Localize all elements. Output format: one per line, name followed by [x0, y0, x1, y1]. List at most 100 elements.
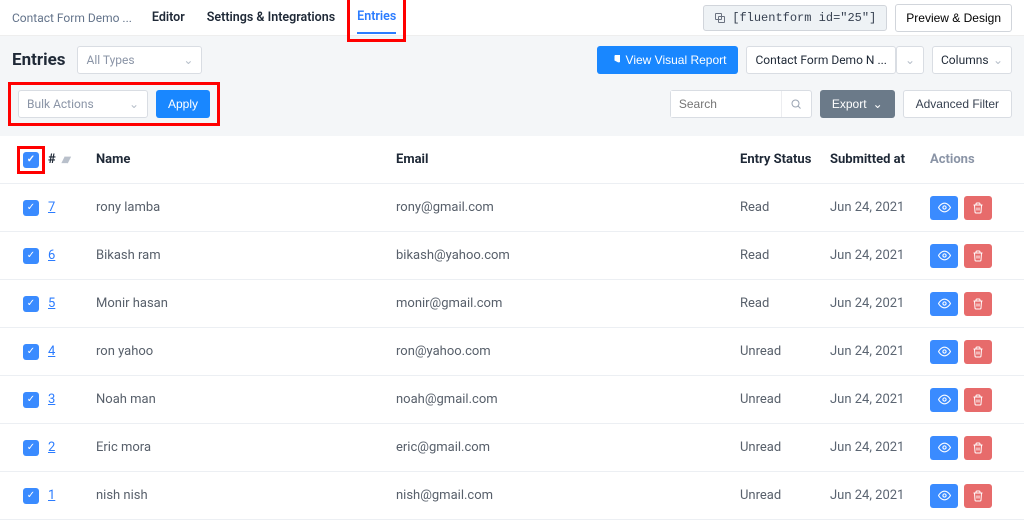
preview-design-button[interactable]: Preview & Design	[895, 4, 1012, 32]
shortcode-pill[interactable]: [fluentform id="25"]	[703, 5, 887, 31]
entry-id-link[interactable]: 4	[48, 344, 55, 359]
sub-toolbar: Entries All Types ⌄ View Visual Report C…	[0, 36, 1024, 84]
table-row: ✓ 7 rony lambarony@gmail.comReadJun 24, 20…	[0, 184, 1024, 232]
entry-status: Read	[740, 200, 830, 215]
search-icon[interactable]	[781, 91, 811, 117]
delete-entry-button[interactable]	[964, 388, 992, 412]
entry-name: Bikash ram	[96, 248, 396, 263]
entry-email: ron@yahoo.com	[396, 344, 740, 359]
export-button[interactable]: Export ⌄	[820, 90, 895, 118]
table-row: ✓2Eric moraeric@gmail.comUnreadJun 24, 2…	[0, 424, 1024, 472]
entry-name: Noah man	[96, 392, 396, 407]
bulk-action-select[interactable]: Bulk Actions ⌄	[18, 90, 148, 118]
chevron-down-icon: ⌄	[873, 97, 883, 111]
view-entry-button[interactable]	[930, 244, 958, 268]
table-row: ✓ 6 Bikash rambikash@yahoo.comReadJun 24, …	[0, 232, 1024, 280]
entry-email: noah@gmail.com	[396, 392, 740, 407]
tab-editor[interactable]: Editor	[152, 2, 185, 33]
chevron-down-icon: ⌄	[183, 53, 193, 67]
entry-email: bikash@yahoo.com	[396, 248, 740, 263]
form-select-caret[interactable]: ⌄	[896, 46, 924, 74]
entry-name: rony lamba	[96, 200, 396, 215]
entry-submitted: Jun 24, 2021	[830, 248, 930, 263]
delete-entry-button[interactable]	[964, 340, 992, 364]
select-all-wrapper: ✓	[23, 152, 39, 168]
bulk-toolbar: Bulk Actions ⌄ Apply Export ⌄ Advanced F…	[0, 84, 1024, 136]
view-entry-button[interactable]	[930, 388, 958, 412]
form-select[interactable]: Contact Form Demo N ...	[746, 46, 895, 74]
row-checkbox[interactable]: ✓	[23, 248, 39, 264]
top-nav: Contact Form Demo ... Editor Settings & …	[0, 0, 1024, 36]
entry-submitted: Jun 24, 2021	[830, 344, 930, 359]
bulk-action-placeholder: Bulk Actions	[27, 97, 94, 111]
delete-entry-button[interactable]	[964, 196, 992, 220]
entry-name: ron yahoo	[96, 344, 396, 359]
view-entry-button[interactable]	[930, 292, 958, 316]
delete-entry-button[interactable]	[964, 436, 992, 460]
entry-status: Unread	[740, 344, 830, 359]
row-checkbox[interactable]: ✓	[23, 344, 39, 360]
form-select-label: Contact Form Demo N ...	[755, 53, 886, 67]
entry-email: nish@gmail.com	[396, 488, 740, 503]
entries-table: ✓ #▴▾ Name Email Entry Status Submitted …	[0, 136, 1024, 520]
chevron-down-icon: ⌄	[993, 53, 1003, 67]
entry-name: nish nish	[96, 488, 396, 503]
entry-id-link[interactable]: 6	[48, 248, 55, 263]
entry-status: Unread	[740, 488, 830, 503]
entry-submitted: Jun 24, 2021	[830, 392, 930, 407]
row-checkbox[interactable]: ✓	[23, 296, 39, 312]
entry-email: monir@gmail.com	[396, 296, 740, 311]
col-index-header[interactable]: #▴▾	[48, 152, 96, 167]
chevron-down-icon: ⌄	[129, 97, 139, 111]
view-entry-button[interactable]	[930, 196, 958, 220]
columns-select[interactable]: Columns ⌄	[932, 46, 1012, 74]
entry-id-link[interactable]: 2	[48, 440, 55, 455]
page-title: Entries	[12, 50, 65, 70]
chevron-down-icon: ⌄	[905, 53, 915, 67]
delete-entry-button[interactable]	[964, 484, 992, 508]
view-visual-report-button[interactable]: View Visual Report	[597, 46, 739, 74]
search-input[interactable]	[671, 91, 781, 117]
export-label: Export	[832, 97, 867, 111]
view-entry-button[interactable]	[930, 484, 958, 508]
row-checkbox[interactable]: ✓	[23, 392, 39, 408]
bulk-actions-group: Bulk Actions ⌄ Apply	[12, 84, 216, 124]
row-checkbox[interactable]: ✓	[23, 200, 39, 216]
breadcrumb: Contact Form Demo ...	[12, 11, 132, 25]
search-box	[670, 90, 812, 118]
entry-id-link[interactable]: 1	[48, 488, 55, 503]
col-email-header: Email	[396, 152, 740, 167]
col-submitted-header: Submitted at	[830, 152, 930, 167]
entry-id-link[interactable]: 5	[48, 296, 55, 311]
entry-status: Read	[740, 248, 830, 263]
type-filter-select[interactable]: All Types ⌄	[77, 46, 202, 74]
entry-id-link[interactable]: 3	[48, 392, 55, 407]
view-entry-button[interactable]	[930, 436, 958, 460]
view-entry-button[interactable]	[930, 340, 958, 364]
entry-email: rony@gmail.com	[396, 200, 740, 215]
entry-status: Read	[740, 296, 830, 311]
entry-status: Unread	[740, 440, 830, 455]
entry-submitted: Jun 24, 2021	[830, 488, 930, 503]
row-checkbox[interactable]: ✓	[23, 440, 39, 456]
copy-icon	[714, 12, 726, 24]
sort-icon: ▴▾	[62, 152, 68, 166]
table-row: ✓ 4 ron yahooron@yahoo.comUnreadJun 24, 20…	[0, 328, 1024, 376]
entry-id-link[interactable]: 7	[48, 200, 55, 215]
shortcode-text: [fluentform id="25"]	[732, 11, 876, 25]
tab-settings[interactable]: Settings & Integrations	[207, 2, 335, 33]
entry-name: Monir hasan	[96, 296, 396, 311]
entry-submitted: Jun 24, 2021	[830, 200, 930, 215]
view-report-label: View Visual Report	[626, 53, 727, 67]
select-all-checkbox[interactable]: ✓	[23, 152, 39, 168]
type-filter-label: All Types	[86, 53, 134, 67]
table-row: ✓ 1 nish nishnish@gmail.comUnreadJun 24, 2…	[0, 472, 1024, 520]
tab-entries[interactable]: Entries	[357, 1, 396, 34]
entry-name: Eric mora	[96, 440, 396, 455]
apply-button[interactable]: Apply	[156, 90, 210, 118]
entry-status: Unread	[740, 392, 830, 407]
delete-entry-button[interactable]	[964, 244, 992, 268]
row-checkbox[interactable]: ✓	[23, 488, 39, 504]
advanced-filter-button[interactable]: Advanced Filter	[903, 90, 1012, 118]
delete-entry-button[interactable]	[964, 292, 992, 316]
